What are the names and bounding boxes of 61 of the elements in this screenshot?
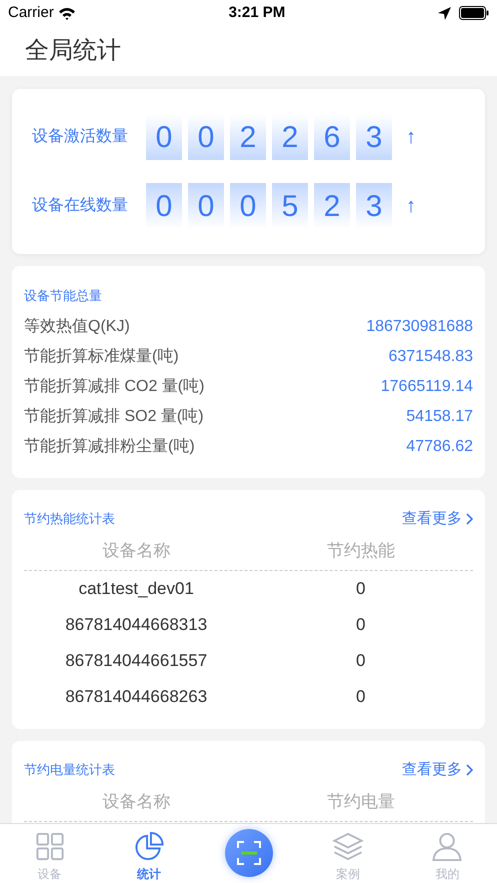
column-header: 节约电量 xyxy=(326,791,396,813)
counter-label: 设备激活数量 xyxy=(32,127,129,147)
layers-icon xyxy=(332,831,364,862)
metric-label: 等效热值Q(KJ) xyxy=(24,316,130,336)
metric-value: 17665119.14 xyxy=(380,376,473,396)
battery-icon xyxy=(458,6,489,20)
column-header: 设备名称 xyxy=(101,540,172,562)
metric-value: 6371548.83 xyxy=(388,346,473,366)
metric-label: 节能折算减排 CO2 量(吨) xyxy=(24,376,204,396)
status-time: 3:21 PM xyxy=(228,2,286,23)
digit-tile: 0 xyxy=(146,114,182,160)
digit-tile: 2 xyxy=(314,183,350,229)
metric-label: 节能折算减排粉尘量(吨) xyxy=(24,436,195,456)
column-header: 设备名称 xyxy=(101,791,172,813)
metric-label: 节能折算减排 SO2 量(吨) xyxy=(24,406,204,426)
tab-item[interactable]: 案例 xyxy=(332,824,364,883)
table-cell-text: 867814044668263 xyxy=(64,686,208,708)
scan-icon xyxy=(236,841,261,865)
table-cell-text: 0 xyxy=(355,686,366,708)
grid-icon xyxy=(34,831,66,862)
pie-chart-icon xyxy=(133,831,166,862)
carrier-label: Carrier xyxy=(8,2,54,23)
chevron-right-icon xyxy=(466,764,473,776)
column-header: 节约热能 xyxy=(326,540,396,562)
digit-tile: 2 xyxy=(230,114,266,160)
section-title: 节约电量统计表 xyxy=(24,761,115,779)
metric-value: 186730981688 xyxy=(366,316,473,336)
metric-label: 节能折算标准煤量(吨) xyxy=(24,346,179,366)
digit-tile: 3 xyxy=(356,114,392,160)
location-arrow-icon xyxy=(438,6,451,20)
section-title: 节约热能统计表 xyxy=(24,510,115,528)
digit-tile: 2 xyxy=(272,114,308,160)
digit-tile: 6 xyxy=(314,114,350,160)
table-cell-text: 867814044668313 xyxy=(64,614,208,636)
digit-tile: 3 xyxy=(356,183,392,229)
wifi-icon xyxy=(58,6,76,20)
tab-item[interactable]: 我的 xyxy=(431,824,464,883)
section-title: 设备节能总量 xyxy=(24,287,103,305)
table-cell-text: 867814044661557 xyxy=(64,650,208,672)
metric-value: 54158.17 xyxy=(406,406,473,426)
page-title: 全局统计 xyxy=(25,36,121,66)
table-cell-text: 0 xyxy=(355,578,366,600)
view-more-link[interactable]: 查看更多 xyxy=(402,758,473,781)
tab-item[interactable]: 设备 xyxy=(34,824,66,883)
digit-tile: 0 xyxy=(146,183,182,229)
counter-label: 设备在线数量 xyxy=(32,196,129,216)
table-cell-text: 0 xyxy=(355,650,366,672)
up-arrow: ↑ xyxy=(406,194,416,219)
user-icon xyxy=(431,831,464,862)
metric-value: 47786.62 xyxy=(406,436,473,456)
digit-tile: 0 xyxy=(188,114,224,160)
up-arrow: ↑ xyxy=(406,125,416,150)
table-cell-text: cat1test_dev01 xyxy=(78,578,195,600)
view-more-link[interactable]: 查看更多 xyxy=(402,508,473,530)
digit-tile: 0 xyxy=(188,183,224,229)
table-cell-text: 0 xyxy=(355,614,366,636)
digit-tile: 5 xyxy=(272,183,308,229)
scan-button[interactable] xyxy=(224,829,273,877)
chevron-right-icon xyxy=(466,512,473,525)
tab-item[interactable]: 统计 xyxy=(133,824,166,883)
digit-tile: 0 xyxy=(230,183,266,229)
